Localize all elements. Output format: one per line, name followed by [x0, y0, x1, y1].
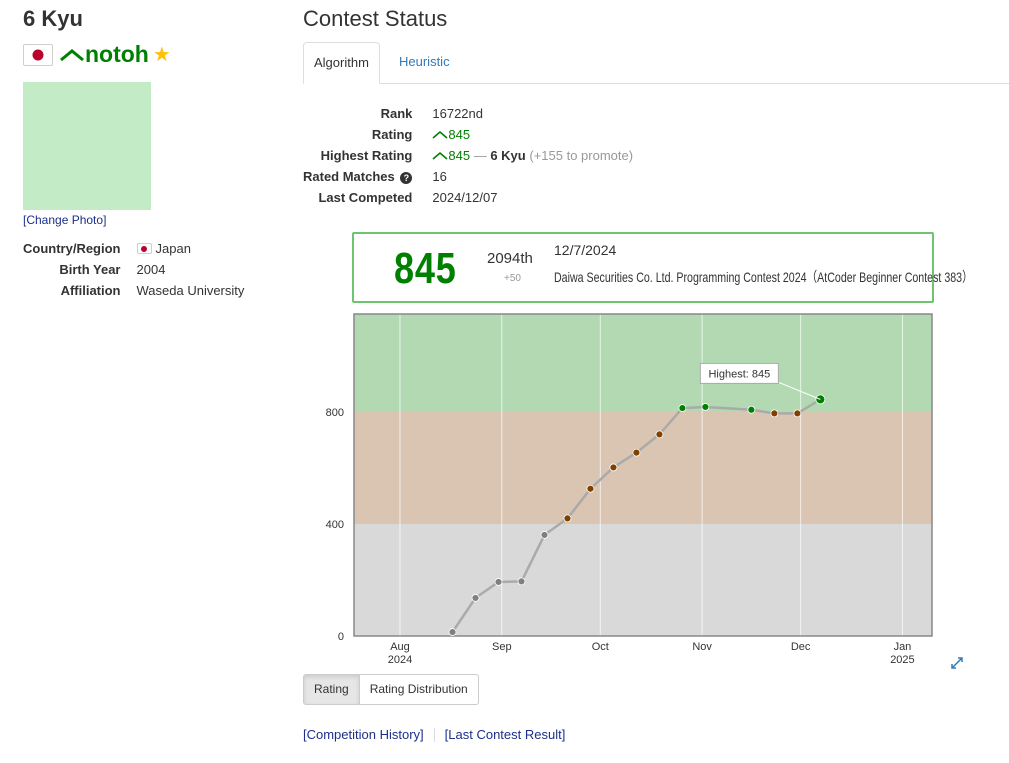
- rating-distribution-button[interactable]: Rating Distribution: [359, 674, 479, 705]
- status-label: Highest Rating: [320, 147, 413, 163]
- rating-point: [701, 403, 710, 411]
- avatar: [23, 82, 151, 210]
- highest-annotation: Highest: 845: [708, 368, 770, 380]
- rating-point: [448, 628, 457, 636]
- profile-info-table: Country/Region Japan Birth Year 2004 Aff…: [23, 241, 244, 304]
- contest-name: Daiwa Securities Co. Ltd. Programming Co…: [554, 269, 973, 285]
- user-header: notoh ★: [23, 41, 171, 68]
- separator-dash: —: [473, 147, 487, 163]
- x-tick-label: Dec: [791, 641, 811, 653]
- rated-matches-value: 16: [432, 168, 447, 184]
- rating-band: [354, 524, 932, 636]
- status-row-last-competed: Last Competed 2024/12/07: [303, 189, 633, 210]
- rating-chart-svg: Aug2024 Sep Oct Nov Dec Jan2025 0 400 800 Highest…: [326, 313, 933, 666]
- link-divider: [433, 727, 435, 742]
- last-competed-value: 2024/12/07: [432, 189, 498, 205]
- rating-value-cell: 845: [432, 126, 633, 147]
- rating-band: [354, 314, 932, 412]
- contest-rating: 845: [394, 244, 457, 293]
- contest-status-table: Rank 16722nd Rating 845 Highest Rating 8…: [303, 105, 633, 210]
- rating-chart: Aug 2024 Sep Oct Nov Dec Jan 2025 0 400 800 Highest…: [300, 310, 980, 670]
- rating-diff: +50: [504, 273, 521, 284]
- username-text: notoh: [85, 41, 149, 67]
- rating-graph-button[interactable]: Rating: [303, 674, 360, 705]
- kyu-rank-icon: [432, 151, 448, 160]
- info-label: Country/Region: [23, 241, 121, 256]
- x-tick-year-label: 2024: [388, 654, 412, 666]
- kyu-rank-icon: [60, 48, 84, 61]
- question-circle-icon[interactable]: ?: [400, 171, 413, 184]
- contest-detail-box: 845 2094th +50 12/7/2024 Daiwa Securitie…: [352, 232, 973, 303]
- y-tick-label: 800: [326, 407, 344, 419]
- rank-value: 16722nd: [432, 105, 483, 121]
- japan-flag-icon: [136, 243, 152, 254]
- username-link[interactable]: notoh: [59, 41, 149, 68]
- japan-flag-icon: [23, 43, 53, 66]
- info-label: Birth Year: [59, 262, 121, 277]
- status-label: Rating: [371, 126, 413, 142]
- expand-icon[interactable]: [950, 656, 964, 670]
- rating-point: [609, 463, 618, 472]
- info-label: Affiliation: [60, 283, 121, 298]
- rating-value: 845: [448, 126, 471, 142]
- contest-tabs: Algorithm Heuristic: [303, 42, 1009, 84]
- status-label: Last Competed: [318, 189, 413, 205]
- promote-note: (+155 to promote): [529, 147, 634, 163]
- status-row-highest: Highest Rating 845 — 6 Kyu (+155 to prom…: [303, 147, 633, 168]
- contest-date: 12/7/2024: [554, 242, 617, 258]
- kyu-title: 6 Kyu: [23, 6, 83, 31]
- status-row-rank: Rank 16722nd: [303, 105, 633, 126]
- contest-status-title: Contest Status: [303, 6, 448, 31]
- tab-algorithm[interactable]: Algorithm: [303, 42, 380, 84]
- x-tick-label: Nov: [692, 641, 712, 653]
- x-tick-year-label: 2025: [890, 654, 914, 666]
- rating-point: [586, 484, 595, 493]
- rating-point: [770, 409, 779, 418]
- bottom-links: [Competition History] [Last Contest Resu…: [303, 727, 565, 742]
- last-contest-result-link[interactable]: [Last Contest Result]: [445, 727, 566, 742]
- country-link[interactable]: Japan: [156, 241, 191, 256]
- rating-point: [678, 404, 687, 412]
- x-tick-label: Jan: [894, 641, 912, 653]
- x-tick-label: Oct: [592, 641, 609, 653]
- rating-point: [494, 578, 503, 586]
- y-tick-label: 400: [326, 519, 344, 531]
- highest-value-cell: 845 — 6 Kyu (+155 to promote): [432, 147, 633, 168]
- change-photo-link[interactable]: [Change Photo]: [23, 213, 106, 227]
- rating-point: [517, 577, 526, 586]
- status-row-rating: Rating 845: [303, 126, 633, 147]
- graph-type-buttons: Rating Rating Distribution: [303, 674, 479, 705]
- status-label: Rated Matches: [303, 168, 395, 184]
- info-value: Waseda University: [136, 283, 245, 298]
- info-value: Japan: [136, 241, 245, 262]
- x-tick-label: Aug: [390, 641, 410, 653]
- x-tick-label: Sep: [492, 641, 512, 653]
- rating-point: [471, 594, 480, 602]
- rating-point: [540, 531, 549, 539]
- rating-point: [793, 409, 802, 418]
- competition-history-link[interactable]: [Competition History]: [303, 727, 424, 742]
- rating-point: [563, 514, 572, 523]
- tab-heuristic[interactable]: Heuristic: [389, 42, 460, 84]
- status-label-with-help: Rated Matches ?: [303, 168, 432, 189]
- info-row-birth-year: Birth Year 2004: [23, 262, 244, 283]
- rating-point: [747, 405, 756, 414]
- kyu-rank-icon: [432, 130, 448, 139]
- status-row-matches: Rated Matches ? 16: [303, 168, 633, 189]
- rating-band: [354, 412, 932, 524]
- rating-point: [655, 430, 664, 439]
- star-icon: ★: [152, 44, 171, 66]
- contest-rank: 2094th: [487, 250, 533, 267]
- y-tick-label: 0: [338, 631, 344, 643]
- rating-point: [632, 448, 641, 457]
- info-value: 2004: [136, 262, 166, 277]
- highest-kyu: 6 Kyu: [490, 147, 526, 163]
- info-row-affiliation: Affiliation Waseda University: [23, 283, 245, 304]
- info-row-country: Country/Region Japan: [23, 241, 244, 262]
- status-label: Rank: [380, 105, 413, 121]
- highest-rating-value: 845: [448, 147, 471, 163]
